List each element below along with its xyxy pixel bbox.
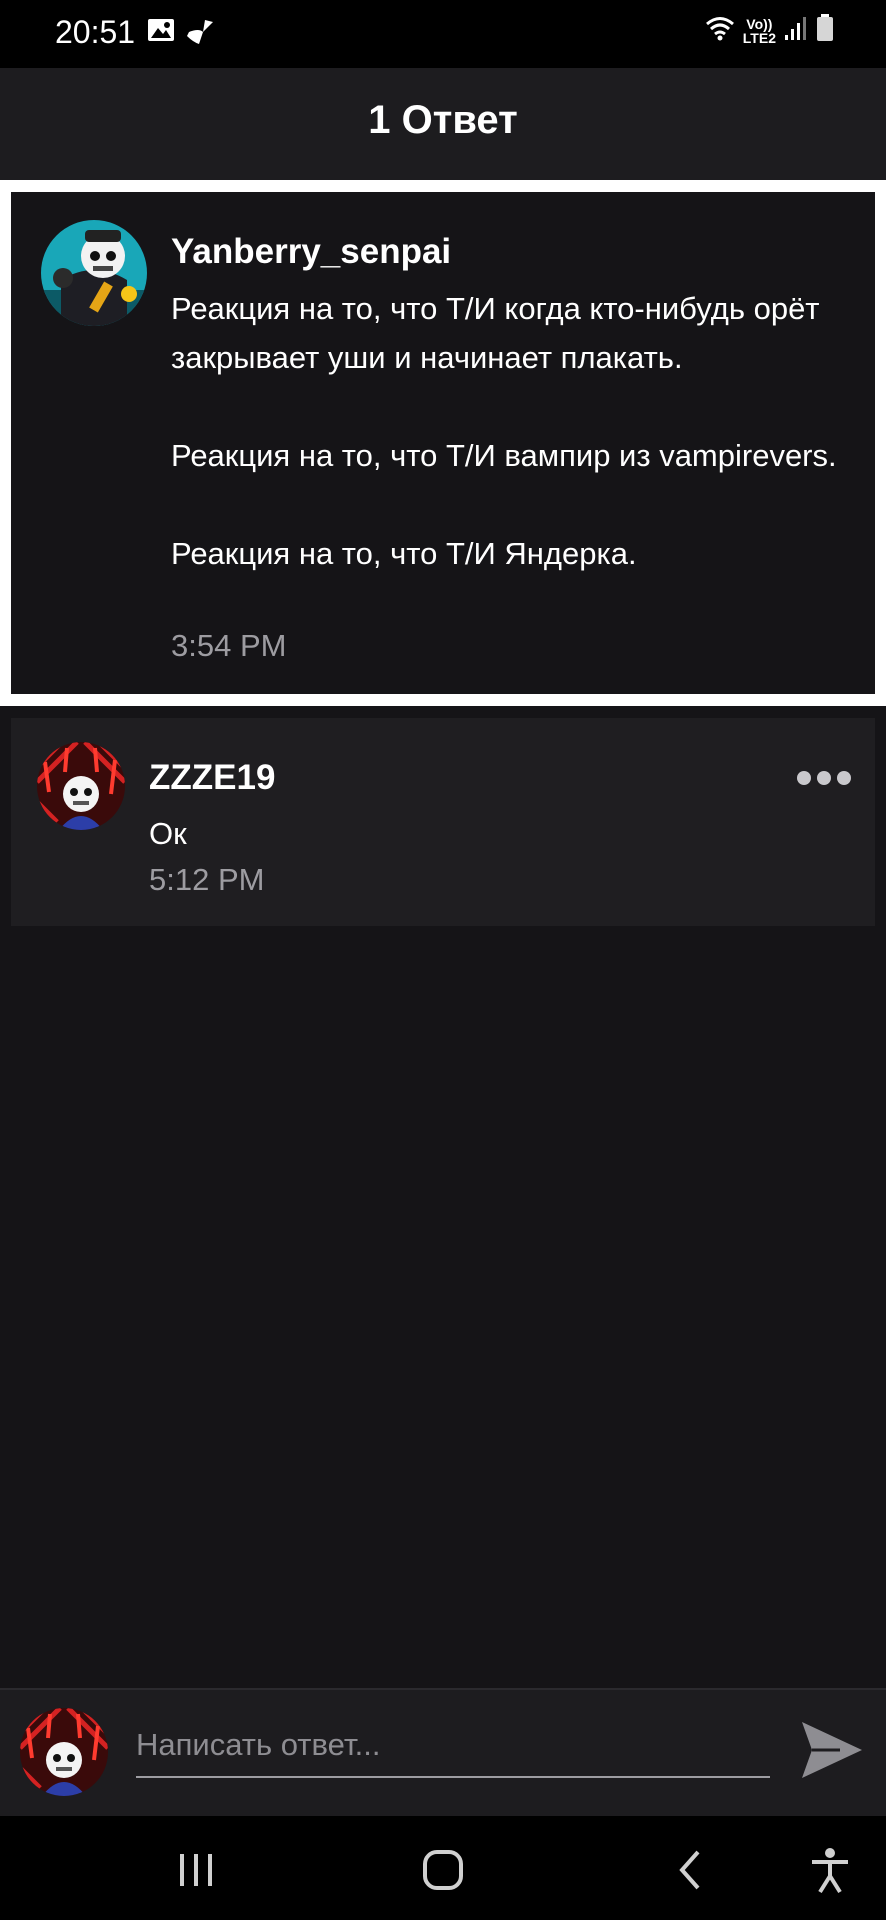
screen: 20:51 Vo)) LTE2 1 Ответ Yanberry_senpai … — [0, 0, 886, 1920]
parent-comment-highlight: Yanberry_senpai Реакция на то, что Т/И к… — [0, 180, 886, 706]
send-icon — [802, 1722, 862, 1778]
reply-author[interactable]: ZZZE19 — [149, 758, 275, 798]
comment-body: Реакция на то, что Т/И когда кто-нибудь … — [171, 284, 861, 578]
page-title: 1 Ответ — [368, 98, 518, 142]
more-horizontal-icon — [797, 771, 811, 785]
more-horizontal-icon — [837, 771, 851, 785]
battery-icon — [816, 14, 834, 47]
recents-icon — [180, 1854, 212, 1886]
accessibility-button[interactable] — [806, 1846, 854, 1894]
home-button[interactable] — [419, 1846, 467, 1894]
send-button[interactable] — [800, 1720, 864, 1780]
reply-composer — [0, 1688, 886, 1818]
back-icon — [679, 1850, 700, 1890]
home-icon — [423, 1850, 463, 1890]
status-bar: 20:51 Vo)) LTE2 — [0, 0, 886, 68]
signal-icon — [784, 15, 808, 46]
accessibility-icon — [812, 1848, 848, 1894]
reply-comment[interactable]: ZZZE19 Ок 5:12 PM — [11, 718, 875, 926]
more-options-button[interactable] — [797, 768, 851, 788]
comment-author[interactable]: Yanberry_senpai — [171, 232, 451, 272]
header: 1 Ответ — [0, 68, 886, 180]
status-notification-icons — [147, 18, 215, 51]
volte-indicator: Vo)) LTE2 — [743, 17, 776, 45]
image-icon — [147, 18, 175, 51]
status-time: 20:51 — [55, 14, 136, 50]
comment-paragraph: Реакция на то, что Т/И вампир из vampire… — [171, 438, 837, 473]
avatar[interactable] — [41, 220, 147, 326]
back-button[interactable] — [668, 1846, 716, 1894]
wifi-icon — [705, 15, 735, 46]
reply-input[interactable] — [136, 1714, 770, 1778]
reply-timestamp: 5:12 PM — [149, 862, 265, 897]
comment-paragraph: Реакция на то, что Т/И Яндерка. — [171, 536, 637, 571]
reply-body: Ок — [149, 816, 187, 851]
comment-paragraph: Реакция на то, что Т/И когда кто-нибудь … — [171, 291, 820, 375]
system-nav-bar — [0, 1816, 886, 1920]
more-horizontal-icon — [817, 771, 831, 785]
comment-timestamp: 3:54 PM — [171, 628, 287, 663]
avatar[interactable] — [37, 742, 125, 830]
parent-comment[interactable]: Yanberry_senpai Реакция на то, что Т/И к… — [11, 192, 875, 694]
cleaner-icon — [185, 18, 215, 51]
status-system-icons: Vo)) LTE2 — [705, 14, 834, 47]
recents-button[interactable] — [172, 1846, 220, 1894]
lte-label: LTE2 — [742, 29, 776, 46]
current-user-avatar — [20, 1708, 108, 1796]
